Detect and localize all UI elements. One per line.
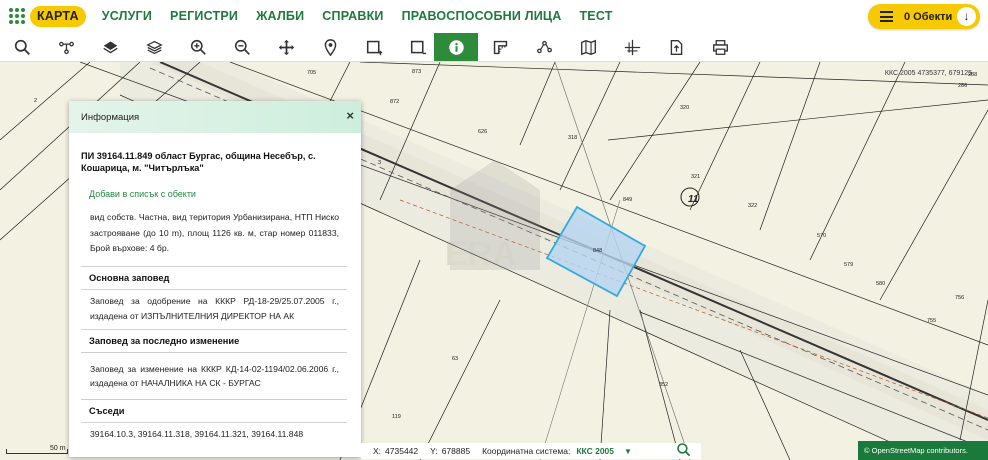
section-heading: Основна заповед xyxy=(81,265,347,290)
layers-icon xyxy=(145,40,163,54)
map-tool[interactable] xyxy=(566,33,610,61)
nav-item-uslugi[interactable]: УСЛУГИ xyxy=(102,6,152,27)
crosshair-icon xyxy=(624,39,640,55)
parcel-number-label: 3 xyxy=(378,160,382,166)
parcel-number-label: 63 xyxy=(452,356,459,362)
close-icon[interactable]: × xyxy=(346,109,354,123)
print-tool[interactable] xyxy=(698,33,742,61)
info-panel-body: ПИ 39164.11.849 област Бургас, община Не… xyxy=(69,150,361,442)
search-icon xyxy=(14,39,30,55)
parcel-number-label: 756 xyxy=(955,295,965,301)
y-label: Y: xyxy=(430,446,438,456)
apps-grid-icon[interactable] xyxy=(9,8,25,24)
map-pin-icon xyxy=(324,38,336,56)
parcel-number-label: 11 xyxy=(688,194,699,205)
info-panel-header: Информация × xyxy=(69,101,361,133)
export-file-icon xyxy=(670,39,682,55)
parcel-number-label: 2 xyxy=(34,98,38,104)
parcel-number-label: 626 xyxy=(478,129,488,135)
search-icon[interactable] xyxy=(676,442,692,458)
y-value: 678885 xyxy=(441,446,471,456)
download-arrow-icon[interactable]: ↓ xyxy=(957,7,976,26)
menu-icon xyxy=(880,11,893,22)
measure-tool[interactable] xyxy=(478,33,522,61)
zoom-in-icon xyxy=(190,39,206,55)
nav-item-karta[interactable]: КАРТА xyxy=(30,6,86,27)
info-icon xyxy=(448,39,464,55)
search-tool[interactable] xyxy=(0,33,44,61)
crosshair-tool[interactable] xyxy=(610,33,654,61)
select-rectangle-tool[interactable] xyxy=(352,33,396,61)
pan-tool[interactable] xyxy=(264,33,308,61)
parcel-number-label: 873 xyxy=(412,69,422,75)
x-label: X: xyxy=(373,446,382,456)
coord-system-select[interactable]: ККС 2005 xyxy=(576,446,614,456)
marker-tool[interactable] xyxy=(308,33,352,61)
coordinate-readout: ККС 2005 4735377, 679125 xyxy=(884,70,972,77)
parcel-number-label: 352 xyxy=(659,382,669,388)
parcel-number-label: 318 xyxy=(568,135,578,141)
parcel-number-label: 570 xyxy=(817,233,827,239)
coordinate-status-bar: X: 4735442 Y: 678885 Координатна система… xyxy=(361,443,701,459)
nav-item-spravki[interactable]: СПРАВКИ xyxy=(322,6,383,27)
section-text: Заповед за одобрение на КККР РД-18-29/25… xyxy=(90,295,339,322)
parcel-number-label: 872 xyxy=(390,99,400,105)
printer-icon xyxy=(712,39,728,55)
parcel-number-label: 755 xyxy=(927,318,937,324)
parcel-number-label: 286 xyxy=(958,83,968,89)
nav-item-pravosposobni[interactable]: ПРАВОСПОСОБНИ ЛИЦА xyxy=(402,6,562,27)
measure-icon xyxy=(493,40,507,54)
parcel-title: ПИ 39164.11.849 област Бургас, община Не… xyxy=(81,151,316,173)
parcel-number-label: 322 xyxy=(748,203,758,209)
section-text: 39164.10.3, 39164.11.318, 39164.11.321, … xyxy=(90,428,304,439)
nav-item-zhalbi[interactable]: ЖАЛБИ xyxy=(256,6,304,27)
section-heading: Съседи xyxy=(81,398,347,423)
scale-bar: 50 m xyxy=(0,443,70,457)
parcel-number-label: 705 xyxy=(307,70,317,76)
parcel-number-label: 848 xyxy=(593,248,603,254)
layers-tree-tool[interactable] xyxy=(44,33,88,61)
objects-count-label: 0 Обекти xyxy=(904,10,953,23)
top-navigation-bar: КАРТА УСЛУГИ РЕГИСТРИ ЖАЛБИ СПРАВКИ ПРАВ… xyxy=(0,0,988,34)
parcel-number-label: 321 xyxy=(691,174,701,180)
section-text: Заповед за изменение на КККР КД-14-02-11… xyxy=(90,363,339,388)
export-tool[interactable] xyxy=(654,33,698,61)
map-toolbar xyxy=(0,33,988,62)
osm-attribution[interactable]: © OpenStreetMap contributors. xyxy=(858,441,988,460)
layers-tool[interactable] xyxy=(132,33,176,61)
select-rect-icon xyxy=(366,40,382,55)
nav-item-registri[interactable]: РЕГИСТРИ xyxy=(170,6,238,27)
layers-tree-icon xyxy=(58,41,74,54)
coord-system-label: Координатна система: xyxy=(482,446,571,456)
nav-item-test[interactable]: ТЕСТ xyxy=(579,6,612,27)
objects-list-button[interactable]: 0 Обекти ↓ xyxy=(868,4,980,29)
main-nav: КАРТА УСЛУГИ РЕГИСТРИ ЖАЛБИ СПРАВКИ ПРАВ… xyxy=(30,6,631,27)
share-nodes-icon xyxy=(536,40,552,53)
info-tool[interactable] xyxy=(434,33,478,61)
parcel-number-label: 579 xyxy=(844,262,854,268)
zoom-out-icon xyxy=(234,39,250,55)
info-panel: Информация × ПИ 39164.11.849 област Бург… xyxy=(69,101,361,457)
base-layer-tool[interactable] xyxy=(88,33,132,61)
svg-text:ERA: ERA xyxy=(445,235,517,273)
move-arrows-icon xyxy=(278,39,294,55)
parcel-number-label: 119 xyxy=(392,414,401,420)
x-value: 4735442 xyxy=(385,446,419,456)
section-heading: Заповед за последно изменение xyxy=(81,328,347,353)
zoom-in-tool[interactable] xyxy=(176,33,220,61)
parcel-number-label: 580 xyxy=(876,281,886,287)
map-icon xyxy=(580,39,596,55)
select-rect-alt-icon xyxy=(410,40,426,54)
parcel-description: вид собств. Частна, вид територия Урбани… xyxy=(90,212,339,253)
dropdown-arrow-icon[interactable]: ▼ xyxy=(624,447,632,456)
parcel-number-label: 849 xyxy=(623,197,633,203)
layer-stack-icon xyxy=(102,41,118,53)
parcel-number-label: 320 xyxy=(680,105,690,111)
add-to-list-link[interactable]: Добави в списък с обекти xyxy=(89,188,349,200)
info-panel-title: Информация xyxy=(81,111,140,123)
attribution-text: © OpenStreetMap contributors. xyxy=(864,446,968,455)
geometry-tool[interactable] xyxy=(522,33,566,61)
zoom-out-tool[interactable] xyxy=(220,33,264,61)
